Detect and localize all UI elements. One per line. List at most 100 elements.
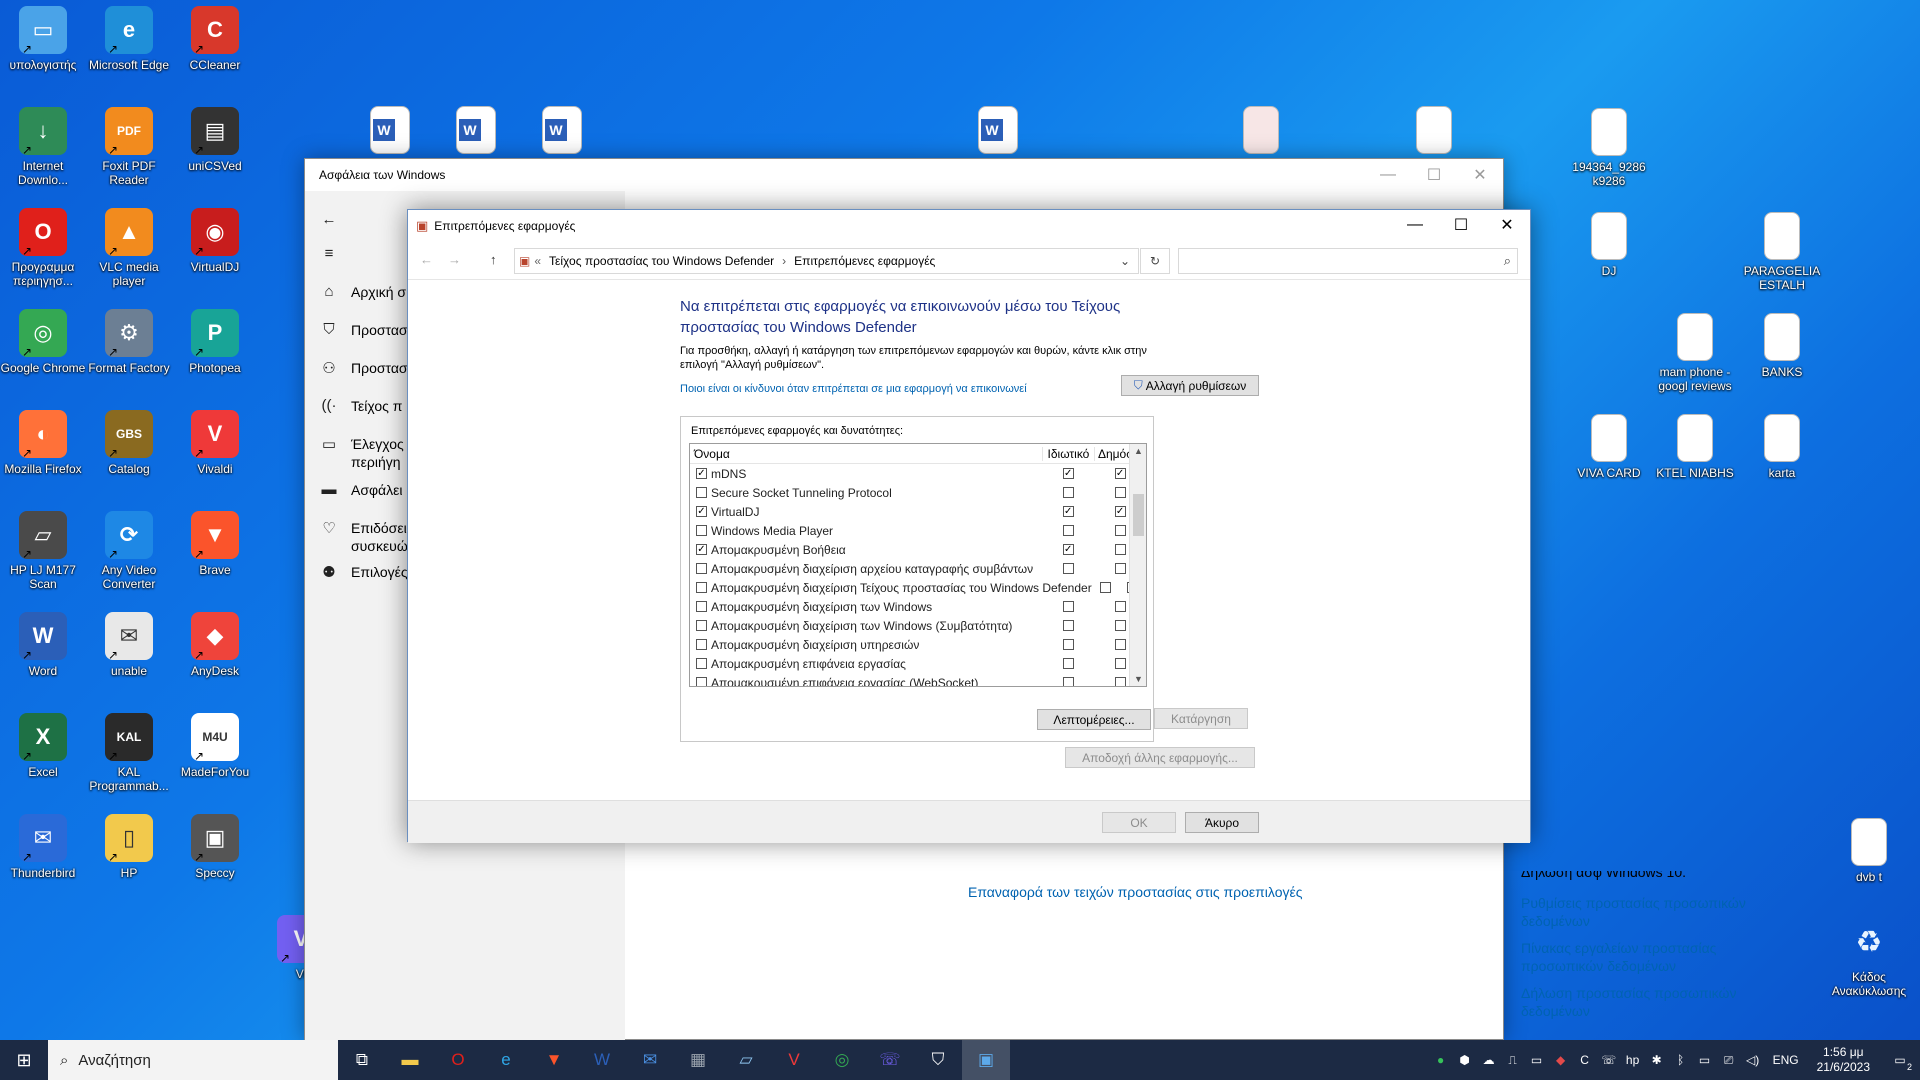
details-button[interactable]: Λεπτομέρειες... bbox=[1037, 709, 1151, 730]
public-checkbox[interactable]: ✓ bbox=[1114, 506, 1126, 517]
public-checkbox[interactable] bbox=[1114, 639, 1126, 650]
printer-icon[interactable]: ▭ bbox=[1527, 1053, 1547, 1067]
back-arrow-icon[interactable]: ← bbox=[420, 252, 433, 267]
risks-link[interactable]: Ποιοι είναι οι κίνδυνοι όταν επιτρέπεται… bbox=[680, 380, 1027, 398]
private-checkbox[interactable] bbox=[1099, 582, 1111, 593]
desktop-shortcut[interactable]: ◐ ↗ Mozilla Firefox bbox=[0, 410, 86, 506]
scroll-down-icon[interactable]: ▼ bbox=[1130, 674, 1146, 684]
desktop-shortcut[interactable]: ✉ ↗ unable bbox=[86, 612, 172, 708]
desktop-file[interactable]: PARAGGELIA ESTALH bbox=[1739, 212, 1825, 308]
desktop-shortcut[interactable]: ▱ ↗ HP LJ M177 Scan bbox=[0, 511, 86, 607]
antivirus-tray-icon[interactable]: ✱ bbox=[1647, 1053, 1667, 1067]
desktop-shortcut[interactable]: GBS ↗ Catalog bbox=[86, 410, 172, 506]
desktop-file[interactable]: KTEL NIABHS bbox=[1652, 414, 1738, 510]
private-checkbox[interactable]: ✓ bbox=[1062, 506, 1074, 517]
public-checkbox[interactable] bbox=[1114, 677, 1126, 686]
desktop-shortcut[interactable]: ▼ ↗ Brave bbox=[172, 511, 258, 607]
desktop-shortcut[interactable]: ▲ ↗ VLC media player bbox=[86, 208, 172, 304]
display-icon[interactable]: ▭ bbox=[1695, 1053, 1715, 1067]
change-settings-button[interactable]: ⛉ Αλλαγή ρυθμίσεων bbox=[1121, 375, 1259, 396]
desktop-shortcut[interactable]: C ↗ CCleaner bbox=[172, 6, 258, 102]
desktop-shortcut[interactable]: ⚙ ↗ Format Factory bbox=[86, 309, 172, 405]
onedrive-icon[interactable]: ☁ bbox=[1479, 1053, 1499, 1067]
public-checkbox[interactable] bbox=[1114, 563, 1126, 574]
desktop-shortcut[interactable]: ▤ ↗ uniCSVed bbox=[172, 107, 258, 203]
breadcrumb-firewall[interactable]: Τείχος προστασίας του Windows Defender bbox=[549, 254, 774, 268]
app-enabled-checkbox[interactable] bbox=[696, 639, 707, 650]
minimize-icon[interactable]: — bbox=[1392, 210, 1438, 240]
desktop-shortcut[interactable]: V ↗ Vivaldi bbox=[172, 410, 258, 506]
security-nav-item[interactable]: ♡ Επιδόσει συσκευώ bbox=[317, 519, 411, 555]
search-input[interactable]: ⌕ bbox=[1178, 248, 1518, 274]
app-row[interactable]: Απομακρυσμένη διαχείριση των Windows bbox=[690, 597, 1146, 616]
public-checkbox[interactable] bbox=[1114, 601, 1126, 612]
taskbar-app[interactable]: ▬ bbox=[386, 1040, 434, 1080]
network-share-icon[interactable]: ⬢ bbox=[1455, 1053, 1475, 1067]
private-checkbox[interactable] bbox=[1062, 620, 1074, 631]
close-icon[interactable]: ✕ bbox=[1484, 210, 1530, 240]
maximize-icon[interactable]: ☐ bbox=[1411, 159, 1457, 191]
public-checkbox[interactable] bbox=[1114, 620, 1126, 631]
public-checkbox[interactable] bbox=[1114, 525, 1126, 536]
privacy-link[interactable]: Πίνακας εργαλείων προστασίας προσωπικών … bbox=[1521, 939, 1761, 975]
app-enabled-checkbox[interactable] bbox=[696, 601, 707, 612]
breadcrumb-overflow[interactable]: « bbox=[534, 254, 541, 268]
taskbar-app[interactable]: ▼ bbox=[530, 1040, 578, 1080]
app-enabled-checkbox[interactable] bbox=[696, 658, 707, 669]
taskbar-app[interactable]: V bbox=[770, 1040, 818, 1080]
security-status-icon[interactable]: ● bbox=[1431, 1053, 1451, 1067]
recycle-bin[interactable]: ♻ Κάδος Ανακύκλωσης bbox=[1826, 918, 1912, 1014]
app-row[interactable]: ✓ VirtualDJ ✓ ✓ bbox=[690, 502, 1146, 521]
column-name[interactable]: Όνομα bbox=[690, 447, 1042, 461]
private-checkbox[interactable] bbox=[1062, 601, 1074, 612]
desktop-shortcut[interactable]: ◉ ↗ VirtualDJ bbox=[172, 208, 258, 304]
anydesk-tray-icon[interactable]: ◆ bbox=[1551, 1053, 1571, 1067]
clock[interactable]: 1:56 μμ 21/6/2023 bbox=[1807, 1045, 1880, 1075]
desktop-shortcut[interactable]: M4U ↗ MadeForYou bbox=[172, 713, 258, 809]
taskbar-app[interactable]: ◎ bbox=[818, 1040, 866, 1080]
private-checkbox[interactable] bbox=[1062, 563, 1074, 574]
column-private[interactable]: Ιδιωτικό bbox=[1041, 446, 1094, 461]
desktop-file[interactable]: 194364_9286 k9286 bbox=[1566, 108, 1652, 204]
maximize-icon[interactable]: ☐ bbox=[1438, 210, 1484, 240]
app-row[interactable]: Secure Socket Tunneling Protocol bbox=[690, 483, 1146, 502]
desktop-file[interactable]: DJ bbox=[1566, 212, 1652, 308]
menu-button[interactable]: ≡ bbox=[317, 245, 351, 262]
security-nav-item[interactable]: ▭ Έλεγχος περιήγη bbox=[317, 435, 411, 471]
desktop-shortcut[interactable]: KAL ↗ KAL Programmab... bbox=[86, 713, 172, 809]
text-document-shortcut[interactable] bbox=[1391, 106, 1477, 156]
public-checkbox[interactable] bbox=[1114, 487, 1126, 498]
volume-icon[interactable]: ◁) bbox=[1743, 1053, 1763, 1067]
app-enabled-checkbox[interactable] bbox=[696, 487, 707, 498]
taskbar-app[interactable]: ▱ bbox=[722, 1040, 770, 1080]
bluetooth-icon[interactable]: ᛒ bbox=[1671, 1053, 1691, 1067]
public-checkbox[interactable]: ✓ bbox=[1114, 468, 1126, 479]
desktop-shortcut[interactable]: X ↗ Excel bbox=[0, 713, 86, 809]
app-row[interactable]: Απομακρυσμένη διαχείριση υπηρεσιών bbox=[690, 635, 1146, 654]
desktop-file[interactable]: karta bbox=[1739, 414, 1825, 510]
app-row[interactable]: Windows Media Player bbox=[690, 521, 1146, 540]
taskbar-app[interactable]: e bbox=[482, 1040, 530, 1080]
security-nav-item[interactable]: ⌂ Αρχική σ bbox=[317, 283, 411, 301]
taskbar-app[interactable]: ⛉ bbox=[914, 1040, 962, 1080]
word-document-shortcut[interactable] bbox=[519, 106, 605, 156]
viber-tray-icon[interactable]: ☏ bbox=[1599, 1053, 1619, 1067]
security-nav-item[interactable]: ⚉ Επιλογές bbox=[317, 563, 411, 581]
start-button[interactable]: ⊞ bbox=[0, 1040, 48, 1080]
desktop-file[interactable]: dvb t bbox=[1826, 818, 1912, 914]
app-enabled-checkbox[interactable]: ✓ bbox=[696, 506, 707, 517]
hp-tray-icon[interactable]: hp bbox=[1623, 1053, 1643, 1067]
desktop-file[interactable]: BANKS bbox=[1739, 313, 1825, 409]
app-enabled-checkbox[interactable]: ✓ bbox=[696, 468, 707, 479]
remove-button[interactable]: Κατάργηση bbox=[1154, 708, 1248, 729]
app-enabled-checkbox[interactable] bbox=[696, 563, 707, 574]
close-icon[interactable]: ✕ bbox=[1457, 159, 1503, 191]
desktop-shortcut[interactable]: PDF ↗ Foxit PDF Reader bbox=[86, 107, 172, 203]
allow-another-app-button[interactable]: Αποδοχή άλλης εφαρμογής... bbox=[1065, 747, 1255, 768]
privacy-link[interactable]: Ρυθμίσεις προστασίας προσωπικών δεδομένω… bbox=[1521, 894, 1761, 930]
up-arrow-icon[interactable]: ↑ bbox=[490, 252, 497, 267]
desktop-shortcut[interactable]: ↓ ↗ Internet Downlo... bbox=[0, 107, 86, 203]
desktop-shortcut[interactable]: ▣ ↗ Speccy bbox=[172, 814, 258, 910]
usb-icon[interactable]: ⎍ bbox=[1503, 1053, 1523, 1068]
desktop-shortcut[interactable]: P ↗ Photopea bbox=[172, 309, 258, 405]
